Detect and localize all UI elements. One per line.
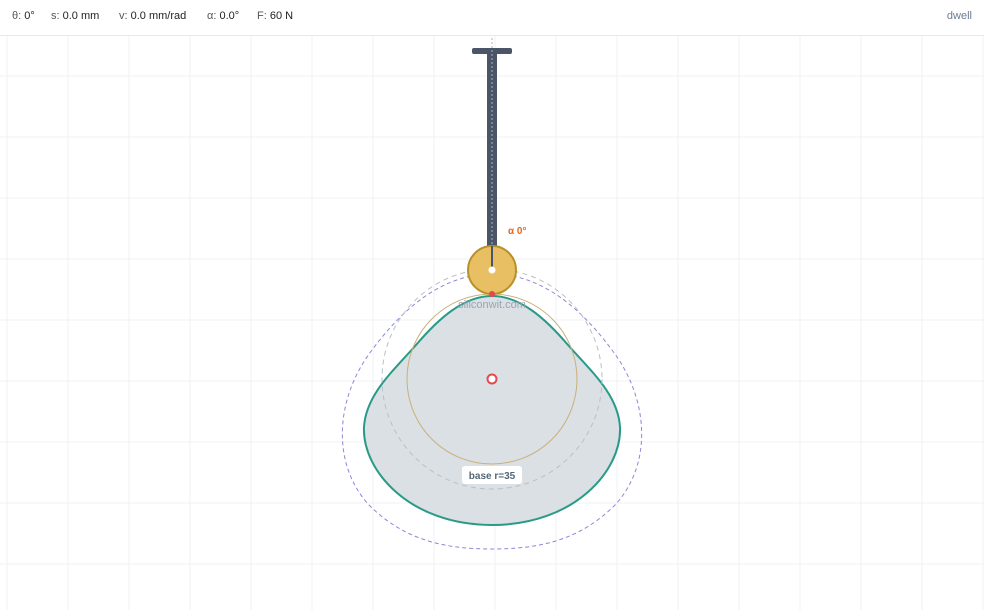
contact-point	[489, 291, 495, 297]
cam-pivot-icon[interactable]	[486, 373, 498, 385]
watermark: siliconwit.com	[458, 299, 526, 311]
cam-profile[interactable]	[362, 294, 622, 527]
status-bar: θ: 0° s: 0.0 mm v: 0.0 mm/rad α: 0.0° F:…	[0, 0, 984, 36]
readout-force: F: 60 N	[257, 10, 294, 22]
roller-pin-icon	[488, 266, 496, 274]
readout-pressure-angle: α: 0.0°	[207, 10, 240, 22]
readout-velocity: v: 0.0 mm/rad	[119, 10, 187, 22]
cam-canvas[interactable]: α 0° siliconwit.com base r=35	[0, 36, 984, 610]
base-circle-label: base r=35	[469, 471, 516, 482]
motion-mode: dwell	[946, 10, 972, 22]
pressure-angle-label: α 0°	[508, 226, 527, 237]
readout-theta: θ: 0°	[12, 10, 35, 22]
readout-displacement: s: 0.0 mm	[51, 10, 100, 22]
